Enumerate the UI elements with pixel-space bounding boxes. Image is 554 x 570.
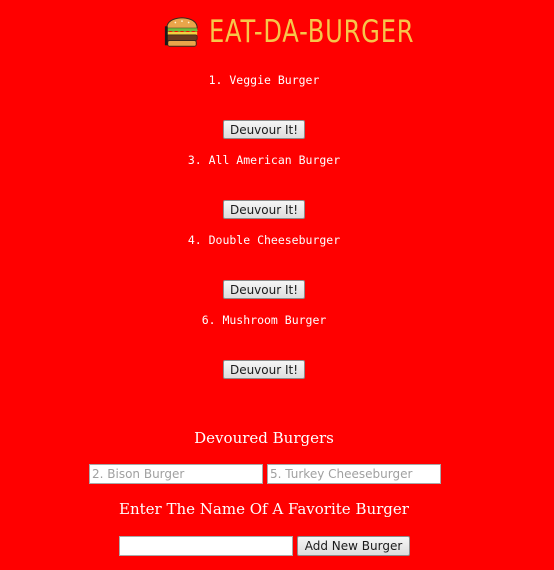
burger-list: 1. Veggie Burger Deuvour It! 3. All Amer…	[0, 72, 554, 392]
burger-item: 3. All American Burger Deuvour It!	[0, 152, 554, 232]
devoured-list: 2. Bison Burger 5. Turkey Cheeseburger	[89, 464, 445, 484]
burger-icon	[164, 17, 199, 47]
burger-item: 4. Double Cheeseburger Deuvour It!	[0, 232, 554, 312]
devoured-title: Devoured Burgers	[194, 429, 334, 447]
favorite-burger-heading: Enter The Name Of A Favorite Burger	[119, 500, 409, 518]
devour-button[interactable]: Deuvour It!	[223, 360, 305, 379]
devour-button[interactable]: Deuvour It!	[223, 280, 305, 299]
burger-name-input[interactable]	[119, 536, 293, 556]
devour-button[interactable]: Deuvour It!	[223, 120, 305, 139]
burger-item: 1. Veggie Burger Deuvour It!	[0, 72, 554, 152]
burger-name: 1. Veggie Burger	[208, 73, 320, 87]
add-burger-button[interactable]: Add New Burger	[297, 536, 410, 556]
burger-item: 6. Mushroom Burger Deuvour It!	[0, 312, 554, 392]
burger-name: 3. All American Burger	[187, 153, 341, 167]
add-burger-form: Add New Burger	[119, 536, 410, 556]
app-title: EAT-DA-BURGER	[209, 14, 415, 50]
burger-name: 6. Mushroom Burger	[201, 313, 327, 327]
header: EAT-DA-BURGER	[0, 10, 554, 54]
devoured-item: 5. Turkey Cheeseburger	[267, 464, 441, 484]
devour-button[interactable]: Deuvour It!	[223, 200, 305, 219]
devoured-item: 2. Bison Burger	[89, 464, 263, 484]
burger-name: 4. Double Cheeseburger	[187, 233, 341, 247]
